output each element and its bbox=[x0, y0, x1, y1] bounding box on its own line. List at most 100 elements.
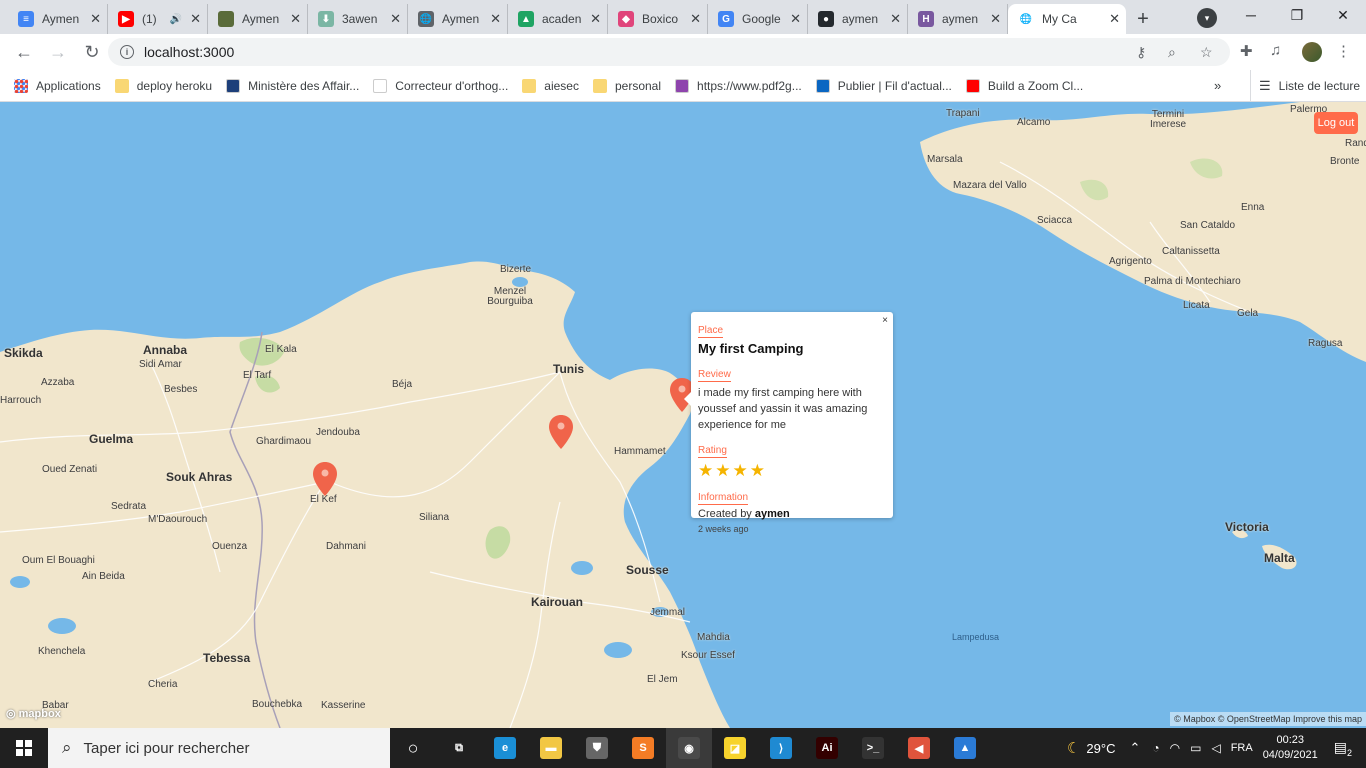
cortana-icon[interactable]: ○ bbox=[390, 728, 436, 768]
bookmarks-more-button[interactable]: » bbox=[1214, 78, 1221, 93]
browser-tab[interactable]: ▲ acaden ✕ bbox=[508, 4, 608, 34]
browser-tab[interactable]: ⬇ 3awen ✕ bbox=[308, 4, 408, 34]
place-label: Enna bbox=[1241, 202, 1265, 213]
chrome-icon[interactable]: ◉ bbox=[666, 728, 712, 768]
browser-tab-active[interactable]: 🌐 My Ca ✕ bbox=[1008, 4, 1126, 34]
bookmark-item[interactable]: Applications bbox=[14, 78, 101, 93]
place-label: Bizerte bbox=[500, 264, 532, 275]
bookmark-item[interactable]: personal bbox=[592, 78, 661, 93]
place-label: Sousse bbox=[626, 563, 669, 577]
tab-favicon-icon: G bbox=[718, 11, 734, 27]
file-explorer-icon[interactable]: ▬ bbox=[528, 728, 574, 768]
terminal-icon[interactable]: >_ bbox=[850, 728, 896, 768]
browser-tab[interactable]: ● aymen ✕ bbox=[808, 4, 908, 34]
place-label: Ghardimaou bbox=[256, 436, 312, 447]
tab-close-icon[interactable]: ✕ bbox=[590, 11, 601, 27]
tab-close-icon[interactable]: ✕ bbox=[90, 11, 101, 27]
tab-close-icon[interactable]: ✕ bbox=[190, 11, 201, 27]
tab-search-icon[interactable]: ▾ bbox=[1197, 8, 1217, 28]
bookmark-item[interactable]: deploy heroku bbox=[114, 78, 212, 93]
place-label: Bouchebka bbox=[252, 699, 303, 710]
forward-button[interactable]: → bbox=[42, 36, 74, 68]
vscode-icon[interactable]: ⟩ bbox=[758, 728, 804, 768]
network-icon[interactable]: ◔ bbox=[1152, 741, 1159, 755]
sublime-icon[interactable]: S bbox=[620, 728, 666, 768]
clock[interactable]: 00:23 04/09/2021 bbox=[1263, 733, 1318, 763]
tab-audio-icon[interactable]: 🔊 bbox=[170, 14, 182, 25]
profile-avatar[interactable] bbox=[1302, 42, 1322, 62]
media-control-icon[interactable]: ♫ bbox=[1270, 42, 1281, 59]
photos-icon[interactable]: ▲ bbox=[942, 728, 988, 768]
bookmark-item[interactable]: Build a Zoom Cl... bbox=[965, 78, 1083, 93]
reload-button[interactable]: ↻ bbox=[76, 36, 108, 68]
start-button[interactable] bbox=[0, 728, 48, 768]
language-indicator[interactable]: FRA bbox=[1231, 742, 1253, 754]
browser-tab[interactable]: 🌐 Aymen ✕ bbox=[408, 4, 508, 34]
logout-button[interactable]: Log out bbox=[1314, 112, 1358, 134]
bookmark-item[interactable]: Ministère des Affair... bbox=[226, 78, 359, 93]
wifi-icon[interactable]: ◠ bbox=[1170, 741, 1180, 755]
close-window-button[interactable]: ✕ bbox=[1320, 0, 1366, 30]
restore-button[interactable]: ❐ bbox=[1274, 0, 1320, 30]
tab-title: Aymen bbox=[242, 12, 280, 26]
map-canvas[interactable]: TrapaniAlcamoTermini ImeresePalermoRanda… bbox=[0, 102, 1366, 728]
store-icon[interactable]: ⛊ bbox=[574, 728, 620, 768]
weather-temp[interactable]: 29°C bbox=[1086, 741, 1115, 756]
browser-tab[interactable]: ▶ (1) 🔊 ✕ bbox=[108, 4, 208, 34]
notifications-icon[interactable]: ▤2 bbox=[1334, 739, 1352, 758]
place-label: Oued Zenati bbox=[42, 464, 98, 475]
audio-icon[interactable]: ◀ bbox=[896, 728, 942, 768]
place-label: Randa bbox=[1345, 138, 1366, 149]
tab-close-icon[interactable]: ✕ bbox=[790, 11, 801, 27]
rating-stars: ★★★★ bbox=[698, 461, 886, 481]
menu-icon[interactable]: ⋮ bbox=[1336, 42, 1351, 60]
tab-close-icon[interactable]: ✕ bbox=[1109, 11, 1120, 27]
bookmark-item[interactable]: https://www.pdf2g... bbox=[675, 78, 802, 93]
tab-close-icon[interactable]: ✕ bbox=[890, 11, 901, 27]
site-info-icon[interactable]: i bbox=[120, 45, 134, 59]
address-bar[interactable]: i localhost:3000 ⚷ ⌕ ☆ bbox=[108, 38, 1230, 66]
edge-icon[interactable]: e bbox=[482, 728, 528, 768]
tab-title: acaden bbox=[542, 12, 582, 26]
key-icon[interactable]: ⚷ bbox=[1136, 44, 1146, 61]
browser-tab[interactable]: ◆ Boxico ✕ bbox=[608, 4, 708, 34]
browser-tab[interactable]: Haymen ✕ bbox=[908, 4, 1008, 34]
mapbox-logo[interactable]: ◎ mapbox bbox=[6, 707, 61, 720]
bookmark-item[interactable]: Correcteur d'orthog... bbox=[373, 78, 508, 93]
volume-icon[interactable]: ◁ bbox=[1211, 741, 1220, 755]
place-label: Sciacca bbox=[1037, 215, 1073, 226]
tab-close-icon[interactable]: ✕ bbox=[290, 11, 301, 27]
battery-icon[interactable]: ▭ bbox=[1190, 741, 1201, 755]
browser-tab[interactable]: G Google ✕ bbox=[708, 4, 808, 34]
browser-tab[interactable]: ≡ Aymen ✕ bbox=[8, 4, 108, 34]
browser-tab[interactable]: Aymen ✕ bbox=[208, 4, 308, 34]
tab-close-icon[interactable]: ✕ bbox=[990, 11, 1001, 27]
minimize-button[interactable]: ─ bbox=[1228, 0, 1274, 30]
extensions-icon[interactable]: ✚ bbox=[1240, 42, 1253, 60]
map-attribution[interactable]: © Mapbox © OpenStreetMap Improve this ma… bbox=[1170, 712, 1366, 726]
illustrator-icon[interactable]: Ai bbox=[804, 728, 850, 768]
task-view-icon[interactable]: ⧉ bbox=[436, 728, 482, 768]
tab-close-icon[interactable]: ✕ bbox=[690, 11, 701, 27]
system-tray: ☾ 29°C ⌃ ◔ ◠ ▭ ◁ FRA 00:23 04/09/2021 ▤2 bbox=[1067, 728, 1366, 768]
map-pin-siliana[interactable] bbox=[549, 415, 573, 449]
taskbar-search[interactable]: ⌕ Taper ici pour rechercher bbox=[48, 728, 390, 768]
weather-icon[interactable]: ☾ bbox=[1067, 739, 1080, 757]
sticky-notes-icon[interactable]: ◪ bbox=[712, 728, 758, 768]
bookmark-item[interactable]: aiesec bbox=[522, 78, 579, 93]
place-label: Cheria bbox=[148, 679, 178, 690]
place-label: Tunis bbox=[553, 362, 585, 376]
popup-close-button[interactable]: × bbox=[882, 315, 888, 326]
tray-chevron-icon[interactable]: ⌃ bbox=[1129, 740, 1140, 756]
bookmark-item[interactable]: Publier | Fil d'actual... bbox=[815, 78, 952, 93]
apps-grid-icon bbox=[14, 78, 28, 93]
back-button[interactable]: ← bbox=[8, 36, 40, 68]
zoom-icon[interactable]: ⌕ bbox=[1168, 44, 1176, 61]
map-pin-el-kef[interactable] bbox=[313, 462, 337, 496]
bookmark-star-icon[interactable]: ☆ bbox=[1200, 44, 1213, 61]
popup-tip bbox=[684, 392, 691, 406]
tab-close-icon[interactable]: ✕ bbox=[390, 11, 401, 27]
new-tab-button[interactable]: + bbox=[1126, 4, 1160, 34]
tab-close-icon[interactable]: ✕ bbox=[490, 11, 501, 27]
reading-list-button[interactable]: ☰ Liste de lecture bbox=[1250, 70, 1360, 102]
